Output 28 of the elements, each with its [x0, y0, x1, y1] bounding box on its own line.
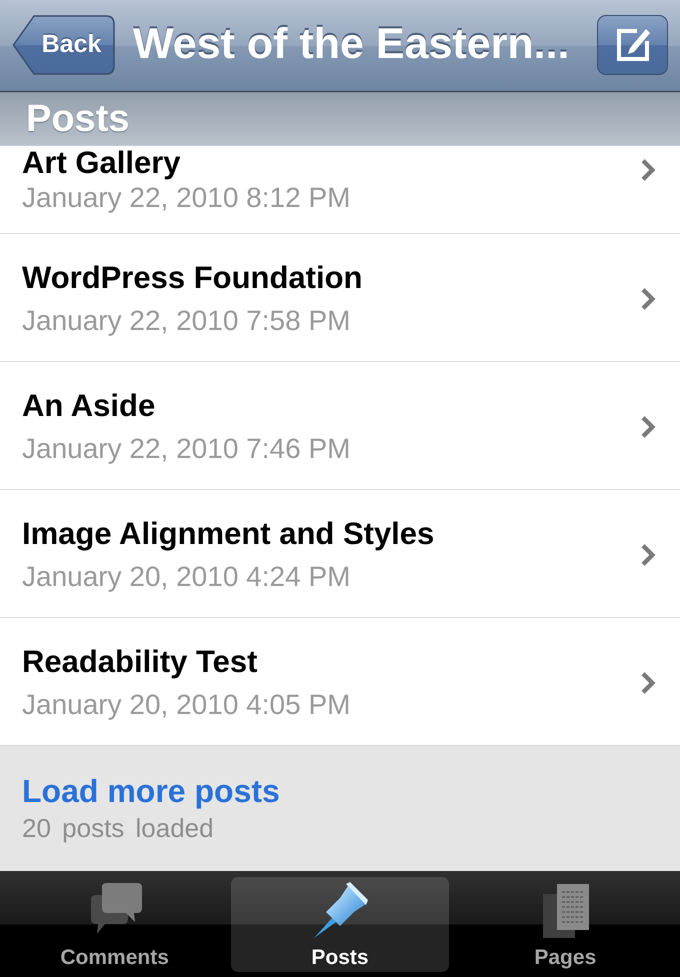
post-title: Readability Test [22, 644, 258, 680]
chevron-icon [640, 671, 656, 695]
post-title: Image Alignment and Styles [22, 516, 434, 552]
post-date: January 22, 2010 8:12 PM [22, 182, 350, 214]
chevron-icon [640, 415, 656, 439]
back-button[interactable]: Back [12, 14, 115, 74]
chevron-icon [640, 158, 656, 182]
post-date: January 22, 2010 7:46 PM [22, 433, 350, 465]
section-title: Posts [26, 97, 130, 141]
chevron-icon [640, 543, 656, 567]
post-row[interactable]: WordPress Foundation January 22, 2010 7:58 PM [0, 234, 680, 362]
post-date: January 22, 2010 7:58 PM [22, 305, 350, 337]
load-more-link[interactable]: Load more posts [22, 773, 280, 809]
post-date: January 20, 2010 4:24 PM [22, 561, 350, 593]
post-title: WordPress Foundation [22, 260, 362, 296]
navigation-title: West of the Eastern... [133, 18, 570, 68]
post-title: Art Gallery [22, 146, 181, 180]
tab[interactable]: Comments [6, 877, 224, 972]
compose-button[interactable] [597, 14, 668, 74]
post-title: An Aside [22, 388, 156, 424]
post-date: January 20, 2010 4:05 PM [22, 689, 350, 721]
post-row[interactable]: Art Gallery January 22, 2010 8:12 PM [0, 146, 680, 234]
post-row[interactable]: An Aside January 22, 2010 7:46 PM [0, 362, 680, 490]
posts-loaded-count: 20 posts loaded [22, 813, 214, 843]
chevron-icon [640, 287, 656, 311]
tab[interactable]: Pages [456, 877, 674, 972]
post-row[interactable]: Image Alignment and Styles January 20, 2010 4:24 PM [0, 490, 680, 618]
tab[interactable]: Posts [231, 877, 449, 972]
